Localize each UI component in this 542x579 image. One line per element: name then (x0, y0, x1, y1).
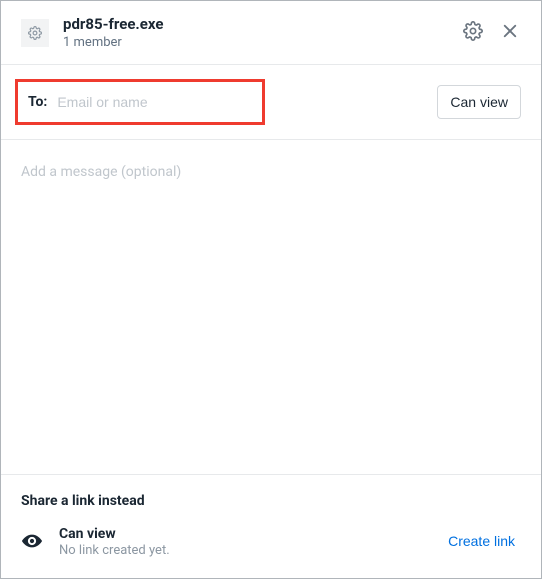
recipient-input[interactable] (57, 94, 252, 110)
recipient-row: To: Can view (1, 65, 541, 140)
dialog-header: pdr85-free.exe 1 member (1, 1, 541, 65)
title-block: pdr85-free.exe 1 member (63, 15, 461, 50)
gear-icon (463, 21, 483, 44)
file-name: pdr85-free.exe (63, 15, 461, 33)
share-link-title: Share a link instead (21, 493, 521, 509)
message-input[interactable] (21, 164, 521, 212)
settings-button[interactable] (461, 19, 485, 46)
eye-icon (21, 530, 43, 552)
link-permission-label: Can view (59, 525, 442, 543)
create-link-button[interactable]: Create link (442, 529, 521, 553)
close-icon (501, 22, 519, 43)
permission-dropdown[interactable]: Can view (437, 85, 521, 119)
header-actions (461, 19, 521, 46)
link-row: Can view No link created yet. Create lin… (21, 525, 521, 558)
file-icon (21, 19, 49, 47)
close-button[interactable] (499, 20, 521, 45)
share-link-section: Share a link instead Can view No link cr… (1, 474, 541, 578)
message-area (1, 140, 541, 474)
recipient-field-highlight: To: (15, 79, 265, 125)
member-count: 1 member (63, 35, 461, 50)
link-text-block: Can view No link created yet. (59, 525, 442, 558)
to-label: To: (28, 94, 47, 110)
link-status: No link created yet. (59, 543, 442, 558)
